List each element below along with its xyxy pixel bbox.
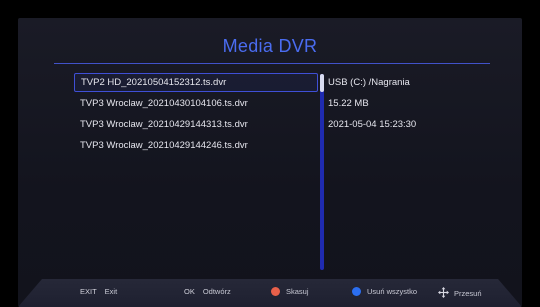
title-divider bbox=[54, 63, 490, 64]
move-label: Przesuń bbox=[454, 289, 482, 298]
red-button-icon bbox=[271, 287, 280, 296]
list-item[interactable]: TVP3 Wroclaw_20210430104106.ts.dvr bbox=[74, 94, 318, 113]
ok-label: Odtwórz bbox=[202, 287, 231, 296]
ok-key: OK bbox=[184, 287, 195, 296]
ok-hint[interactable]: OK Odtwórz bbox=[184, 287, 231, 296]
exit-label: Exit bbox=[104, 287, 118, 296]
list-item[interactable]: TVP3 Wroclaw_20210429144246.ts.dvr bbox=[74, 136, 318, 155]
delete-label: Skasuj bbox=[286, 287, 309, 296]
list-item[interactable]: TVP3 Wroclaw_20210429144313.ts.dvr bbox=[74, 115, 318, 134]
delete-all-hint[interactable]: Usuń wszystko bbox=[352, 287, 417, 296]
list-item[interactable]: TVP2 HD_20210504152312.ts.dvr bbox=[74, 73, 318, 92]
recording-list: TVP2 HD_20210504152312.ts.dvr TVP3 Wrocl… bbox=[74, 73, 318, 157]
footer-bar: EXIT Exit OK Odtwórz Skasuj Usuń wszystko … bbox=[18, 276, 522, 307]
page-title: Media DVR bbox=[222, 36, 318, 56]
delete-all-label: Usuń wszystko bbox=[367, 287, 418, 296]
move-arrows-icon bbox=[438, 287, 449, 298]
scrollbar[interactable] bbox=[320, 74, 324, 270]
exit-hint[interactable]: EXIT Exit bbox=[80, 287, 117, 296]
file-datetime: 2021-05-04 15:23:30 bbox=[328, 119, 417, 130]
file-size: 15.22 MB bbox=[328, 98, 369, 109]
exit-key: EXIT bbox=[80, 287, 97, 296]
scrollbar-thumb[interactable] bbox=[320, 74, 324, 92]
dvr-screen: Media DVR TVP2 HD_20210504152312.ts.dvr … bbox=[18, 18, 522, 307]
move-hint[interactable]: Przesuń bbox=[438, 287, 482, 298]
blue-button-icon bbox=[352, 287, 361, 296]
delete-hint[interactable]: Skasuj bbox=[271, 287, 309, 296]
file-path: USB (C:) /Nagrania bbox=[328, 77, 410, 88]
file-info-panel: USB (C:) /Nagrania 15.22 MB 2021-05-04 1… bbox=[328, 73, 416, 136]
